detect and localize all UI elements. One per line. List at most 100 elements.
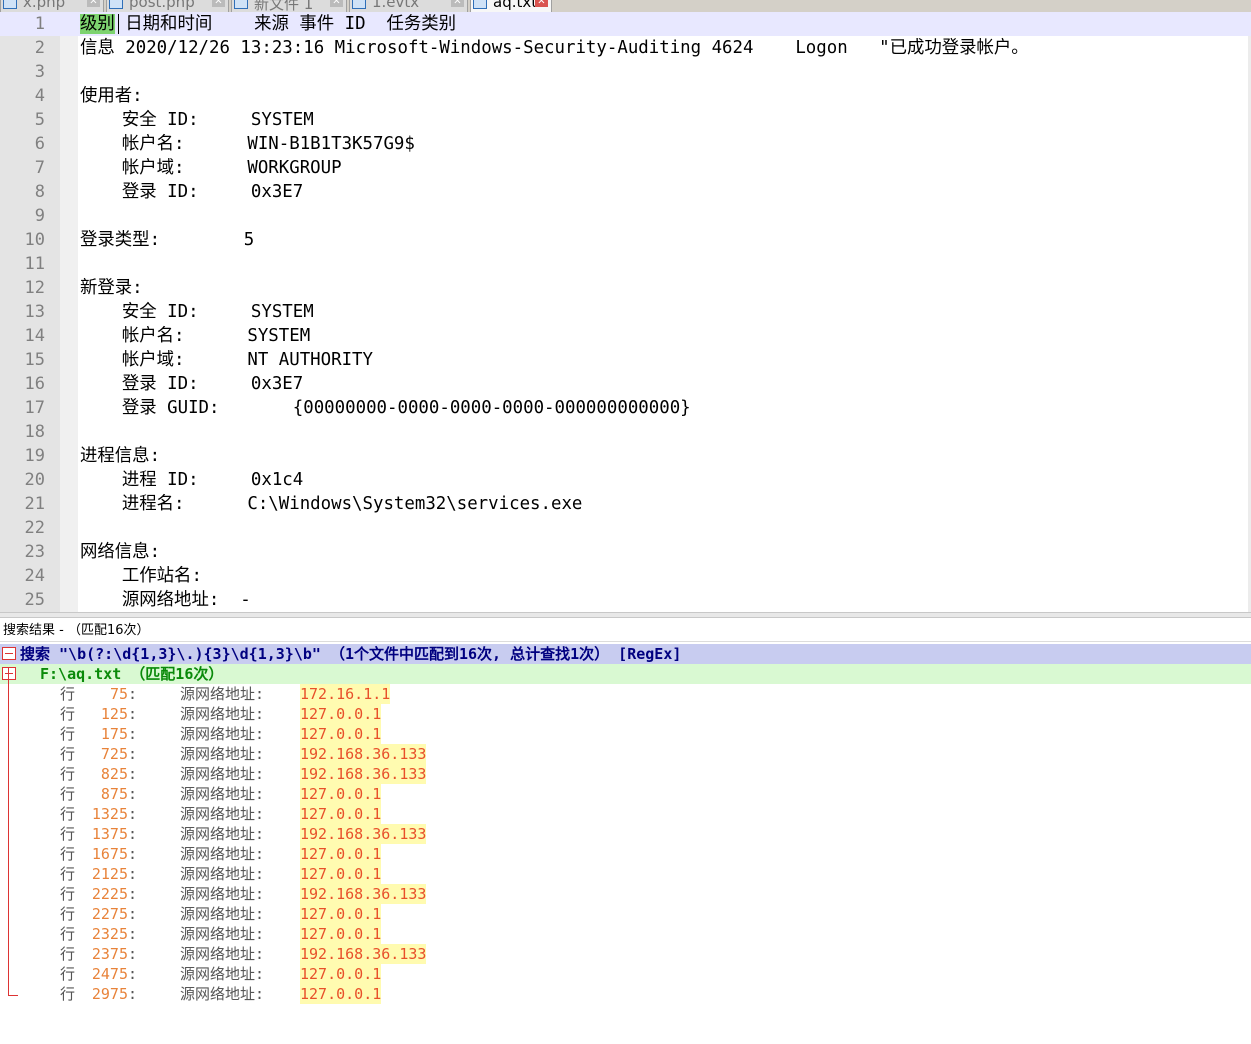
- editor-line[interactable]: 9: [0, 204, 1251, 228]
- editor-line[interactable]: 21 进程名: C:\Windows\System32\services.exe: [0, 492, 1251, 516]
- result-match: 127.0.0.1: [300, 704, 382, 724]
- result-match: 172.16.1.1: [300, 684, 391, 704]
- search-results-panel[interactable]: 搜索 "\b(?:\d{1,3}\.){3}\d{1,3}\b" （1个文件中匹…: [0, 644, 1251, 1044]
- close-icon[interactable]: ✕: [87, 0, 100, 7]
- editor-line[interactable]: 23 网络信息:: [0, 540, 1251, 564]
- line-text: 级别 日期和时间 来源 事件 ID 任务类别: [80, 12, 456, 36]
- line-text: 使用者:: [80, 86, 143, 106]
- result-match: 192.168.36.133: [300, 764, 427, 784]
- search-result-row[interactable]: 行 175: 源网络地址: 127.0.0.1: [0, 724, 1251, 744]
- search-result-row[interactable]: 行 2475: 源网络地址: 127.0.0.1: [0, 964, 1251, 984]
- editor-line[interactable]: 25 源网络地址: -: [0, 588, 1251, 612]
- editor-line[interactable]: 19 进程信息:: [0, 444, 1251, 468]
- editor-line[interactable]: 13 安全 ID: SYSTEM: [0, 300, 1251, 324]
- editor-line[interactable]: 7 帐户域: WORKGROUP: [0, 156, 1251, 180]
- text-editor[interactable]: 1 级别 日期和时间 来源 事件 ID 任务类别 2 信息 2020/12/26 13…: [0, 12, 1251, 612]
- tab-aq-txt[interactable]: aq.txt ✕: [470, 0, 552, 12]
- result-line-number: 75: [109, 685, 128, 703]
- result-line-number: 2975: [91, 985, 128, 1003]
- search-result-row[interactable]: 行 725: 源网络地址: 192.168.36.133: [0, 744, 1251, 764]
- result-key: 源网络地址:: [180, 825, 265, 843]
- result-colon: :: [128, 725, 138, 743]
- search-result-row[interactable]: 行 875: 源网络地址: 127.0.0.1: [0, 784, 1251, 804]
- search-result-row[interactable]: 行 75: 源网络地址: 172.16.1.1: [0, 684, 1251, 704]
- result-colon: :: [128, 705, 138, 723]
- result-line-label: 行: [60, 705, 76, 723]
- line-number: 13: [24, 302, 45, 322]
- search-result-row[interactable]: 行 2225: 源网络地址: 192.168.36.133: [0, 884, 1251, 904]
- result-key: 源网络地址:: [180, 785, 265, 803]
- tab--1[interactable]: 新文件 1 ✕: [231, 0, 347, 12]
- editor-line[interactable]: 17 登录 GUID: {00000000-0000-0000-0000-000…: [0, 396, 1251, 420]
- line-text: 登录 ID: 0x3E7: [80, 182, 304, 202]
- result-match: 127.0.0.1: [300, 724, 382, 744]
- editor-line[interactable]: 20 进程 ID: 0x1c4: [0, 468, 1251, 492]
- tab-1-evtx[interactable]: 1.evtx ✕: [349, 0, 468, 12]
- result-key: 源网络地址:: [180, 965, 265, 983]
- collapse-icon[interactable]: [2, 667, 16, 680]
- editor-line[interactable]: 1 级别 日期和时间 来源 事件 ID 任务类别: [0, 12, 1251, 36]
- search-result-row[interactable]: 行 1375: 源网络地址: 192.168.36.133: [0, 824, 1251, 844]
- search-result-row[interactable]: 行 2325: 源网络地址: 127.0.0.1: [0, 924, 1251, 944]
- result-match: 127.0.0.1: [300, 984, 382, 1004]
- search-result-row[interactable]: 行 2975: 源网络地址: 127.0.0.1: [0, 984, 1251, 1004]
- collapse-icon[interactable]: [2, 647, 16, 660]
- editor-line[interactable]: 10 登录类型: 5: [0, 228, 1251, 252]
- result-match: 192.168.36.133: [300, 884, 427, 904]
- editor-line[interactable]: 3: [0, 60, 1251, 84]
- search-file-row[interactable]: F:\aq.txt （匹配16次）: [0, 664, 1251, 684]
- file-icon: [3, 0, 17, 9]
- search-results-title: 搜索结果 - （匹配16次）: [0, 620, 1251, 642]
- line-number: 3: [34, 62, 45, 82]
- search-query-row[interactable]: 搜索 "\b(?:\d{1,3}\.){3}\d{1,3}\b" （1个文件中匹…: [0, 644, 1251, 664]
- result-line-label: 行: [60, 945, 76, 963]
- line-number: 8: [34, 182, 45, 202]
- tab-post-php[interactable]: post.php ✕: [106, 0, 229, 12]
- result-colon: :: [128, 765, 138, 783]
- search-result-row[interactable]: 行 1325: 源网络地址: 127.0.0.1: [0, 804, 1251, 824]
- search-result-row[interactable]: 行 125: 源网络地址: 127.0.0.1: [0, 704, 1251, 724]
- search-result-row[interactable]: 行 825: 源网络地址: 192.168.36.133: [0, 764, 1251, 784]
- result-key: 源网络地址:: [180, 725, 265, 743]
- editor-line[interactable]: 2 信息 2020/12/26 13:23:16 Microsoft-Window…: [0, 36, 1251, 60]
- result-key: 源网络地址:: [180, 905, 265, 923]
- result-line-label: 行: [60, 905, 76, 923]
- result-key: 源网络地址:: [180, 865, 265, 883]
- editor-line[interactable]: 5 安全 ID: SYSTEM: [0, 108, 1251, 132]
- line-text: 进程 ID: 0x1c4: [80, 470, 304, 490]
- close-icon[interactable]: ✕: [212, 0, 225, 7]
- panel-splitter[interactable]: [0, 612, 1251, 618]
- tab-x-php[interactable]: x.php ✕: [0, 0, 104, 12]
- editor-line[interactable]: 11: [0, 252, 1251, 276]
- line-number: 25: [24, 590, 45, 610]
- result-key: 源网络地址:: [180, 705, 265, 723]
- search-query-text: 搜索 "\b(?:\d{1,3}\.){3}\d{1,3}\b" （1个文件中匹…: [20, 645, 682, 663]
- editor-line[interactable]: 22: [0, 516, 1251, 540]
- result-match: 192.168.36.133: [300, 944, 427, 964]
- result-line-label: 行: [60, 725, 76, 743]
- close-icon[interactable]: ✕: [451, 0, 464, 7]
- result-match: 127.0.0.1: [300, 964, 382, 984]
- close-icon[interactable]: ✕: [330, 0, 343, 7]
- result-line-number: 2225: [91, 885, 128, 903]
- editor-line[interactable]: 15 帐户域: NT AUTHORITY: [0, 348, 1251, 372]
- editor-line[interactable]: 8 登录 ID: 0x3E7: [0, 180, 1251, 204]
- search-result-row[interactable]: 行 2125: 源网络地址: 127.0.0.1: [0, 864, 1251, 884]
- search-result-row[interactable]: 行 1675: 源网络地址: 127.0.0.1: [0, 844, 1251, 864]
- result-line-label: 行: [60, 825, 76, 843]
- editor-line[interactable]: 16 登录 ID: 0x3E7: [0, 372, 1251, 396]
- editor-line[interactable]: 6 帐户名: WIN-B1B1T3K57G9$: [0, 132, 1251, 156]
- result-key: 源网络地址:: [180, 685, 265, 703]
- line-text: 进程信息:: [80, 446, 161, 466]
- close-icon[interactable]: ✕: [535, 0, 548, 7]
- result-match: 127.0.0.1: [300, 904, 382, 924]
- editor-line[interactable]: 18: [0, 420, 1251, 444]
- search-result-row[interactable]: 行 2375: 源网络地址: 192.168.36.133: [0, 944, 1251, 964]
- editor-line[interactable]: 4 使用者:: [0, 84, 1251, 108]
- result-line-number: 2325: [91, 925, 128, 943]
- editor-line[interactable]: 24 工作站名:: [0, 564, 1251, 588]
- line-number: 22: [24, 518, 45, 538]
- editor-line[interactable]: 14 帐户名: SYSTEM: [0, 324, 1251, 348]
- editor-line[interactable]: 12 新登录:: [0, 276, 1251, 300]
- search-result-row[interactable]: 行 2275: 源网络地址: 127.0.0.1: [0, 904, 1251, 924]
